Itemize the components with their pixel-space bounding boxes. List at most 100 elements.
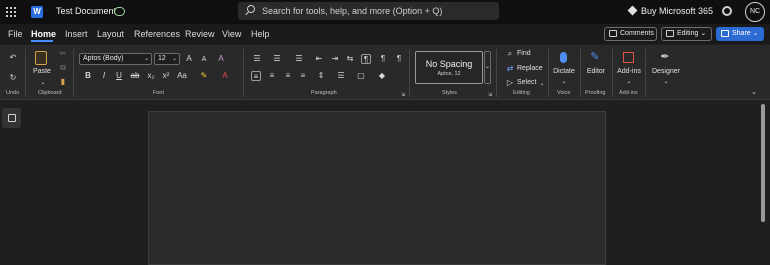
select-chevron-icon[interactable]: ⌄ — [537, 79, 547, 89]
editing-mode-button[interactable]: Editing ⌄ — [661, 27, 712, 41]
navigation-pane-button[interactable] — [2, 108, 21, 128]
designer-button[interactable]: Designer — [650, 68, 682, 75]
rtl-icon[interactable]: ¶ — [378, 54, 388, 64]
dictate-button[interactable]: Dictate — [551, 68, 577, 75]
tab-file[interactable]: File — [8, 29, 23, 39]
superscript-icon[interactable]: x² — [161, 71, 171, 81]
italic-icon[interactable]: I — [99, 71, 109, 81]
designer-icon[interactable]: ✒ — [660, 52, 670, 63]
clear-formatting-icon[interactable]: A — [216, 54, 226, 64]
paste-button[interactable]: Paste — [32, 68, 52, 75]
divider — [243, 49, 244, 97]
chevron-down-icon: ⌄ — [171, 56, 177, 62]
buy-microsoft-365-button[interactable]: Buy Microsoft 365 — [627, 5, 714, 16]
editor-button[interactable]: Editor — [584, 68, 608, 75]
tab-view[interactable]: View — [222, 29, 241, 39]
dictate-chevron-icon[interactable]: ⌄ — [559, 77, 569, 87]
subscript-icon[interactable]: x₂ — [146, 71, 156, 81]
app-launcher-icon[interactable] — [6, 7, 16, 17]
divider — [73, 49, 74, 97]
tab-references[interactable]: References — [134, 29, 180, 39]
tab-layout[interactable]: Layout — [97, 29, 124, 39]
align-right-icon[interactable]: ≡ — [283, 71, 293, 81]
pilcrow-icon[interactable]: ¶ — [394, 54, 404, 64]
redo-icon[interactable]: ↻ — [8, 73, 18, 83]
change-case-icon[interactable]: Aa — [177, 71, 187, 81]
justify-icon[interactable]: ≡ — [298, 71, 308, 81]
addins-grid-icon[interactable] — [623, 52, 634, 63]
cut-icon[interactable]: ✂ — [58, 49, 68, 59]
styles-more-chevron-icon[interactable]: ⌄ — [484, 51, 491, 84]
increase-indent-icon[interactable]: ⇥ — [330, 54, 340, 64]
divider — [580, 49, 581, 97]
document-title[interactable]: Test Document — [56, 6, 116, 16]
undo-icon[interactable]: ↶ — [8, 53, 18, 63]
divider — [612, 49, 613, 97]
shading-icon[interactable]: ◆ — [377, 71, 387, 81]
tab-help[interactable]: Help — [251, 29, 270, 39]
share-label: Share — [732, 30, 751, 37]
style-gallery-item[interactable]: No Spacing Aptos, 12 — [415, 51, 483, 84]
copy-icon[interactable]: ⧉ — [58, 63, 68, 73]
font-name-select[interactable]: Aptos (Body) ⌄ — [79, 53, 152, 65]
word-logo-icon[interactable]: W — [31, 6, 43, 18]
underline-icon[interactable]: U — [114, 71, 124, 81]
designer-chevron-icon[interactable]: ⌄ — [661, 77, 671, 87]
addins-button[interactable]: Add-ins — [616, 68, 642, 75]
search-box[interactable]: Search for tools, help, and more (Option… — [238, 2, 499, 20]
align-center-icon[interactable]: ≡ — [267, 71, 277, 81]
shrink-font-icon[interactable]: A — [199, 55, 209, 65]
clipboard-group-label: Clipboard — [38, 90, 62, 96]
font-size-select[interactable]: 12 ⌄ — [154, 53, 180, 65]
select-button[interactable]: Select — [517, 79, 536, 86]
paragraph-group-label: Paragraph — [311, 90, 337, 96]
paragraph-spacing-icon[interactable]: ☰ — [336, 71, 346, 81]
find-button[interactable]: Find — [517, 50, 531, 57]
line-spacing-icon[interactable]: ⇕ — [316, 71, 326, 81]
highlight-color-icon[interactable]: ✎ — [199, 71, 209, 81]
comment-icon — [609, 30, 617, 37]
saved-cloud-icon[interactable] — [114, 7, 125, 16]
strikethrough-icon[interactable]: ab — [130, 71, 140, 81]
bold-icon[interactable]: B — [83, 71, 93, 81]
tab-home[interactable]: Home — [31, 29, 56, 39]
format-painter-icon[interactable]: ▮ — [58, 77, 68, 87]
tab-review[interactable]: Review — [185, 29, 215, 39]
scrollbar-thumb[interactable] — [761, 104, 765, 222]
diamond-icon — [627, 5, 638, 16]
settings-gear-icon[interactable] — [722, 6, 732, 16]
account-avatar[interactable]: NC — [745, 2, 765, 22]
grow-font-icon[interactable]: A — [184, 54, 194, 64]
replace-button[interactable]: Replace — [517, 65, 543, 72]
styles-dialog-launcher-icon[interactable]: ⇲ — [485, 90, 495, 100]
document-page[interactable] — [148, 111, 606, 265]
bullets-icon[interactable]: ☰ — [252, 54, 262, 64]
undo-group-label: Undo — [6, 90, 20, 96]
paste-icon[interactable] — [35, 51, 47, 65]
editor-pen-icon[interactable]: ✎ — [590, 52, 600, 63]
chevron-down-icon: ⌄ — [143, 56, 149, 62]
decrease-indent-icon[interactable]: ⇤ — [314, 54, 324, 64]
show-paragraph-marks-icon[interactable]: ¶ — [361, 54, 371, 64]
addins-chevron-icon[interactable]: ⌄ — [624, 77, 634, 87]
buy-label: Buy Microsoft 365 — [641, 6, 714, 16]
paste-options-chevron-icon[interactable]: ⌄ — [38, 78, 48, 88]
borders-icon[interactable]: ▢ — [356, 71, 366, 81]
divider — [25, 49, 26, 97]
font-color-icon[interactable]: A — [220, 71, 230, 81]
paragraph-dialog-launcher-icon[interactable]: ⇲ — [398, 90, 408, 100]
search-placeholder: Search for tools, help, and more (Option… — [262, 6, 443, 16]
comments-button[interactable]: Comments — [604, 27, 657, 41]
styles-group-label: Styles — [442, 90, 457, 96]
tab-insert[interactable]: Insert — [65, 29, 88, 39]
divider — [409, 49, 410, 97]
share-button[interactable]: Share ⌄ — [716, 27, 764, 41]
search-icon — [247, 5, 255, 13]
align-left-icon[interactable]: ≡ — [251, 71, 261, 81]
numbering-icon[interactable]: ☰ — [272, 54, 282, 64]
multilevel-list-icon[interactable]: ☰ — [294, 54, 304, 64]
ltr-direction-icon[interactable]: ⇆ — [345, 54, 355, 64]
ribbon-options-chevron-icon[interactable]: ⌄ — [751, 88, 757, 96]
microphone-icon[interactable] — [560, 52, 567, 63]
editing-label: Editing — [677, 30, 699, 37]
